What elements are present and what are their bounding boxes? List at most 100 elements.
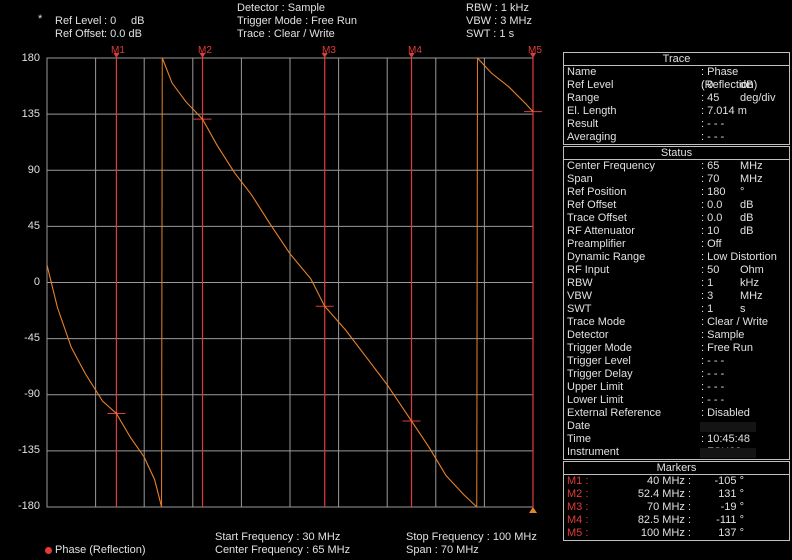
row-label: Preamplifier (567, 238, 626, 250)
status-panel-row: Date: (564, 420, 789, 433)
marker-triangle-icon (321, 53, 328, 58)
trace-panel: Trace Name: Phase (Reflection) Ref Level:… (563, 52, 790, 145)
row-value: : - - - (701, 381, 725, 393)
row-label: Ref Offset (567, 199, 617, 211)
marker-triangle-icon (530, 53, 536, 58)
row-label: External Reference (567, 407, 662, 419)
row-value: : Sample (701, 329, 745, 341)
legend-dot-icon (45, 547, 52, 554)
marker-row: M4 : 82.5 MHz : -111 ° (564, 514, 789, 527)
status-panel-row: Ref Offset: 0.0 dB (564, 199, 789, 212)
row-value: : 180 (701, 186, 726, 198)
row-label: Range (567, 92, 600, 104)
row-value: : 7.014 m (701, 105, 747, 117)
status-panel-row: Dynamic Range : Low Distortion (564, 251, 789, 264)
status-panel-row: Instrument: FSH23 - (564, 446, 789, 459)
row-value: : 10:45:48 (701, 433, 750, 445)
row-unit: s (740, 303, 746, 315)
status-panel: Status Center Frequency: 65 MHz Span : 70 MH… (563, 146, 790, 460)
row-value: : Low Distortion (701, 251, 777, 263)
status-panel-row: RF Attenuator: 10 dB (564, 225, 789, 238)
marker-phase: -105 ° (714, 475, 744, 487)
status-panel-row: External Reference: Disabled (564, 407, 789, 420)
marker-row: M3 : 70 MHz : -19 ° (564, 501, 789, 514)
row-value: : 0 (701, 79, 714, 91)
row-value: : 45 (701, 92, 720, 104)
row-label: Trigger Delay (567, 368, 633, 380)
status-panel-row: Trigger Delay : - - - (564, 368, 789, 381)
row-unit: ° (740, 186, 745, 198)
marker-frequency: 52.4 MHz : (637, 488, 691, 500)
status-panel-row: Trigger Level: - - - (564, 355, 789, 368)
marker-name: M4 : (567, 514, 589, 526)
row-unit: kHz (740, 277, 759, 289)
marker-row: M1 : 40 MHz : -105 ° (564, 475, 789, 488)
marker-frequency: 100 MHz : (640, 527, 691, 539)
row-label: Dynamic Range (567, 251, 646, 263)
trace-panel-title: Trace (564, 53, 789, 66)
row-value: : 50 (701, 264, 720, 276)
marker-name: M2 : (567, 488, 589, 500)
row-value: : Free Run (701, 342, 753, 354)
marker-name: M5 : (567, 527, 589, 539)
span-value: Span : 70 MHz (406, 544, 479, 556)
marker-triangle-icon (113, 53, 120, 58)
trace-panel-row: Result: - - - (564, 118, 789, 131)
marker-row: M5 : 100 MHz : 137 ° (564, 527, 789, 540)
row-label: Time (567, 433, 592, 445)
row-label: Trace Offset (567, 212, 627, 224)
status-panel-row: Trigger Mode : Free Run (564, 342, 789, 355)
marker-name: M1 : (567, 475, 589, 487)
marker-triangle-icon (408, 53, 415, 58)
status-panel-row: Center Frequency: 65 MHz (564, 160, 789, 173)
marker-name: M3 : (567, 501, 589, 513)
status-panel-row: Time : 10:45:48 (564, 433, 789, 446)
row-label: Lower Limit (567, 394, 624, 406)
trace-panel-row: El. Length : 7.014 m (564, 105, 789, 118)
row-value: : - - - (701, 394, 725, 406)
status-panel-row: Trace Offset : 0.0 dB (564, 212, 789, 225)
row-value: : 70 (701, 173, 720, 185)
row-unit: dB (740, 199, 754, 211)
row-value: : Off (701, 238, 722, 250)
stop-frequency: Stop Frequency : 100 MHz (406, 531, 537, 543)
phase-wrap-line (161, 57, 163, 508)
trace-panel-row: Averaging : - - - (564, 131, 789, 144)
status-panel-row: Span: 70 MHz (564, 173, 789, 186)
row-label: Center Frequency (567, 160, 656, 172)
row-label: Detector (567, 329, 609, 341)
row-value: : - - - (701, 355, 725, 367)
status-panel-row: RF Input: 50 Ohm (564, 264, 789, 277)
row-unit: dB (740, 225, 754, 237)
row-label: El. Length (567, 105, 617, 117)
row-label: Averaging (567, 131, 617, 143)
row-value: : - - - (701, 368, 725, 380)
row-label: Upper Limit (567, 381, 624, 393)
phase-trace-segment (477, 57, 534, 112)
status-panel-row: Preamplifier : Off (564, 238, 789, 251)
row-unit: Ohm (740, 264, 764, 276)
row-label: Instrument (567, 446, 619, 458)
status-panel-row: Ref Position: 180 ° (564, 186, 789, 199)
row-value: : - - - (701, 131, 725, 143)
row-label: SWT (567, 303, 592, 315)
marker-row: M2 : 52.4 MHz : 131 ° (564, 488, 789, 501)
status-panel-row: RBW: 1 kHz (564, 277, 789, 290)
row-label: Span (567, 173, 593, 185)
row-unit: dB (740, 212, 754, 224)
status-panel-title: Status (564, 147, 789, 160)
row-label: Name (567, 66, 597, 78)
status-panel-row: SWT : 1 s (564, 303, 789, 316)
row-unit: MHz (740, 290, 763, 302)
row-value: : 1 (701, 303, 714, 315)
status-panel-row: Trace Mode: Clear / Write (564, 316, 789, 329)
start-frequency: Start Frequency : 30 MHz (215, 531, 341, 543)
row-label: Trigger Mode (567, 342, 633, 354)
redacted-block (700, 422, 756, 432)
trace-panel-row: Range: 45 deg/div (564, 92, 789, 105)
row-unit: dB (740, 79, 754, 91)
row-label: Trace Mode (567, 316, 626, 328)
marker-frequency: 82.5 MHz : (637, 514, 691, 526)
row-value: : 0.0 (701, 212, 723, 224)
row-value: : - - - (701, 118, 725, 130)
